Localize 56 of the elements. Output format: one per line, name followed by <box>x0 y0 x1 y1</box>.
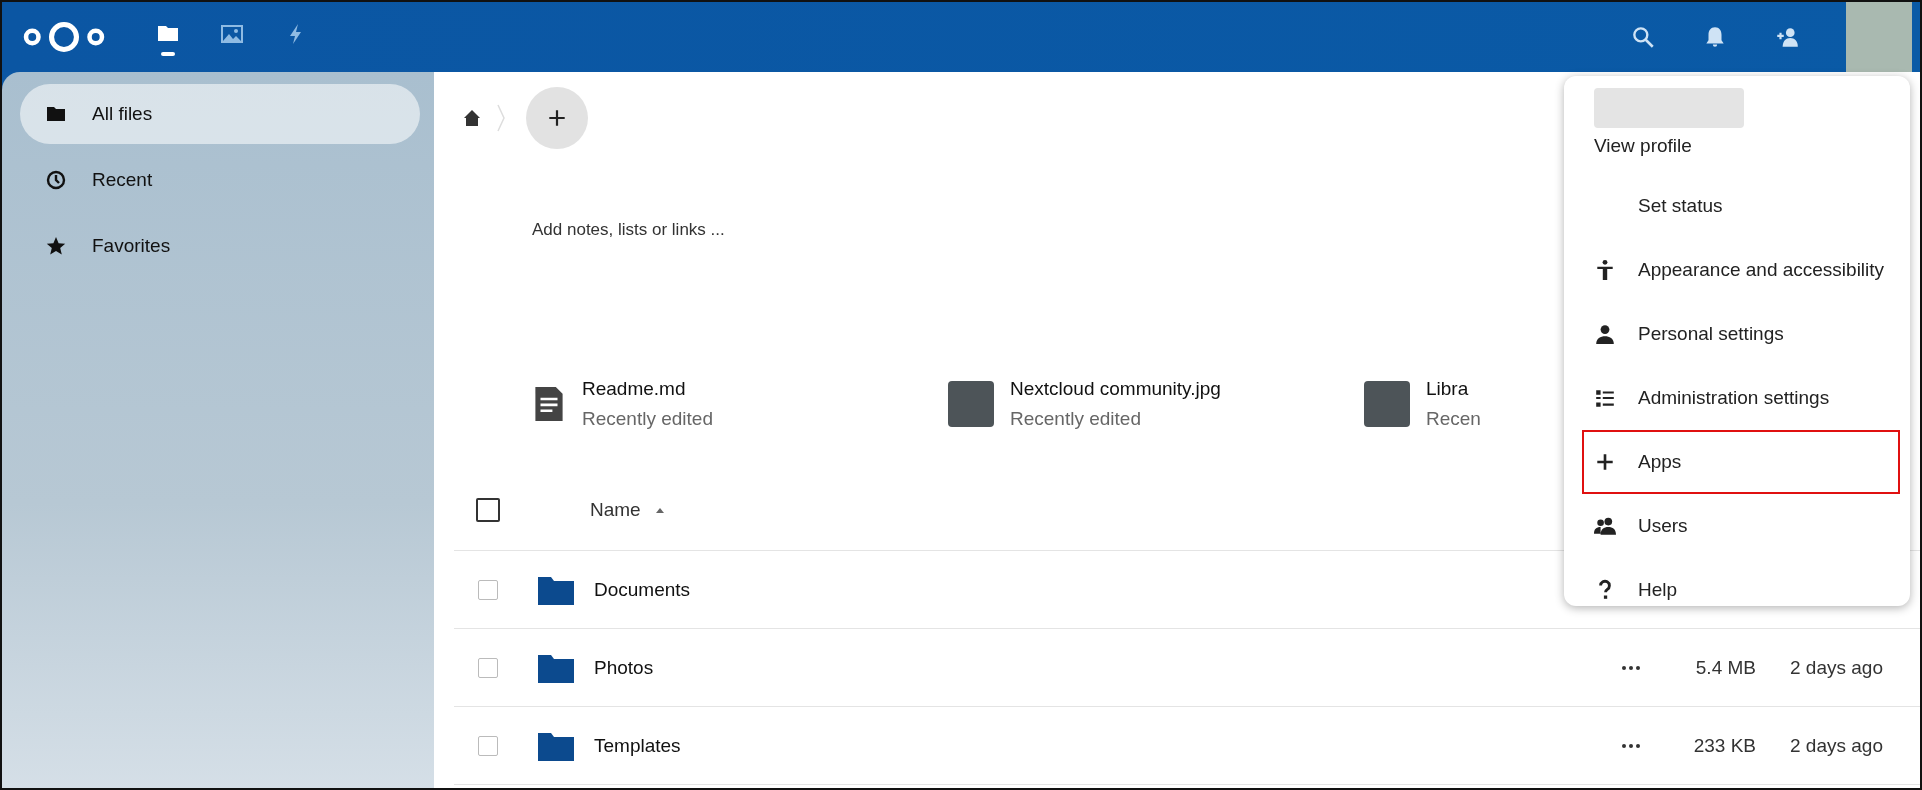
list-icon <box>1594 387 1616 409</box>
file-name[interactable]: Readme.md <box>582 378 713 400</box>
file-size: 5.4 MB <box>1694 656 1756 679</box>
file-note: Recently edited <box>582 408 713 430</box>
menu-label: Users <box>1638 515 1688 537</box>
folder-icon <box>538 730 574 761</box>
menu-item[interactable]: Users <box>1582 494 1900 558</box>
select-all-checkbox[interactable] <box>476 498 500 522</box>
modified-date: 2 days ago <box>1790 734 1884 757</box>
menu-item[interactable]: View profile <box>1582 128 1900 164</box>
menu-label: Appearance and accessibility <box>1638 259 1885 281</box>
folder-icon <box>46 104 66 124</box>
search-icon[interactable] <box>1630 24 1656 50</box>
folder-name[interactable]: Documents <box>594 578 691 601</box>
file-name[interactable]: Libra <box>1426 378 1481 400</box>
more-icon[interactable] <box>1620 742 1642 749</box>
menu-item[interactable]: Set status <box>1582 174 1900 238</box>
more-icon[interactable] <box>1620 664 1642 671</box>
logo-icon[interactable] <box>22 20 106 54</box>
row-checkbox[interactable] <box>478 579 498 600</box>
file-note: Recen <box>1426 408 1481 430</box>
column-header[interactable]: Name <box>590 499 641 521</box>
chevron-icon <box>496 103 506 133</box>
menu-item[interactable]: Administration settings <box>1582 366 1900 430</box>
group-icon <box>1594 515 1616 537</box>
modified-date: 2 days ago <box>1790 656 1884 679</box>
menu-label: Set status <box>1638 195 1723 217</box>
menu-item[interactable]: Help <box>1582 558 1900 606</box>
file-name[interactable]: Nextcloud community.jpg <box>1010 378 1221 400</box>
menu-label: Apps <box>1638 451 1682 473</box>
row-checkbox[interactable] <box>478 735 498 756</box>
folder-icon <box>538 574 574 605</box>
accessibility-icon <box>1594 259 1616 281</box>
sort-caret-icon[interactable] <box>654 507 665 513</box>
home-icon[interactable] <box>462 108 482 128</box>
plus-icon <box>546 107 568 129</box>
menu-label: Help <box>1638 579 1678 601</box>
menu-label: Administration settings <box>1638 387 1830 409</box>
person-icon <box>1594 323 1616 345</box>
sidebar-item[interactable]: Favorites <box>20 216 420 276</box>
file-size: 233 KB <box>1692 734 1756 757</box>
menu-item[interactable]: Apps <box>1582 430 1900 494</box>
menu-item[interactable]: Appearance and accessibility <box>1582 238 1900 302</box>
folder-name[interactable]: Templates <box>594 734 681 757</box>
folder-icon <box>538 652 574 683</box>
menu-label: View profile <box>1594 135 1692 157</box>
star-icon <box>46 236 66 256</box>
plus-icon <box>1594 451 1616 473</box>
sidebar-item[interactable]: Recent <box>20 150 420 210</box>
row-checkbox[interactable] <box>478 657 498 678</box>
folder-name[interactable]: Photos <box>594 656 654 679</box>
clock-icon <box>46 170 66 190</box>
sidebar-item[interactable]: All files <box>20 84 420 144</box>
menu-label: Personal settings <box>1638 323 1784 345</box>
menu-item[interactable]: Personal settings <box>1582 302 1900 366</box>
file-note: Recently edited <box>1010 408 1142 430</box>
